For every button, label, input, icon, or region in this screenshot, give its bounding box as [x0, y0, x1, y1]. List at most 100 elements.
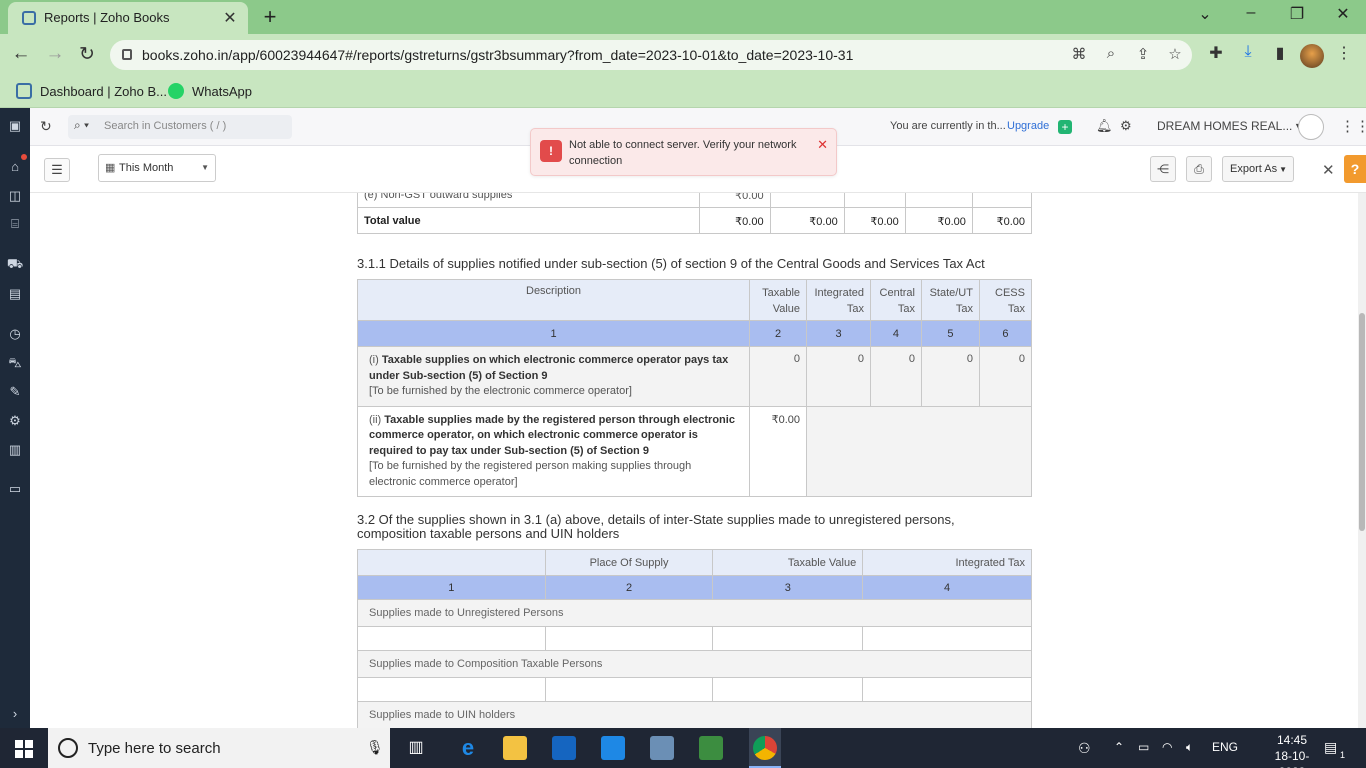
spreadsheet-app-icon[interactable] [699, 736, 723, 760]
zoho-books-bookmark-icon [16, 83, 32, 99]
people-icon[interactable]: ⚇ [1078, 740, 1091, 757]
translate-icon[interactable]: ⌘ [1068, 45, 1090, 63]
close-tab-icon[interactable]: ✕ [220, 8, 240, 28]
task-view-icon[interactable]: ▥ [404, 736, 428, 760]
chrome-icon [753, 736, 777, 760]
sales-cart-icon[interactable]: ⛟ [5, 254, 25, 274]
export-as-dropdown[interactable]: Export As ▼ [1222, 156, 1294, 182]
purchases-bag-icon[interactable]: ▤ [5, 284, 25, 304]
lock-icon [122, 49, 132, 60]
quick-create-button[interactable]: + [1058, 120, 1072, 134]
reload-button[interactable]: ↻ [74, 43, 100, 67]
notifications-bell-icon[interactable]: 🔔︎ [1096, 118, 1113, 134]
close-report-icon[interactable]: ✕ [1322, 161, 1335, 179]
user-avatar[interactable] [1298, 114, 1324, 140]
banking-icon[interactable]: ⌸ [5, 214, 25, 234]
group-label: Supplies made to Composition Taxable Per… [357, 650, 1032, 678]
bookmark-dashboard[interactable]: Dashboard | Zoho B... [16, 83, 167, 99]
clock-date: 18-10-2023 [1274, 749, 1310, 768]
upgrade-link[interactable]: Upgrade [1007, 120, 1049, 132]
download-icon[interactable]: ⤓ [1236, 43, 1260, 67]
table-row: (i) Taxable supplies on which electronic… [356, 346, 1033, 407]
row-value: ₹0.00 [749, 405, 808, 497]
column-index: 3 [712, 575, 864, 600]
close-window-button[interactable]: ✕ [1328, 4, 1358, 28]
row-value: 0 [749, 346, 808, 407]
reports-icon[interactable]: ▥ [5, 440, 25, 460]
file-explorer-icon[interactable] [503, 736, 527, 760]
table-row: (e) Non-GST outward supplies ₹0.00 [357, 193, 1033, 208]
eway-bill-icon[interactable]: ⛍ [5, 353, 25, 373]
system-clock[interactable]: 14:45 18-10-2023 [1264, 732, 1320, 768]
mail-icon[interactable] [601, 736, 625, 760]
zoho-books-logo-icon[interactable]: ▣ [5, 116, 25, 136]
settings-gear-icon[interactable]: ⚙ [1120, 118, 1132, 134]
browser-tab[interactable]: Reports | Zoho Books ✕ [8, 2, 248, 34]
chrome-menu-icon[interactable]: ⋮ [1332, 43, 1356, 67]
language-indicator[interactable]: ENG [1212, 740, 1238, 754]
edge-icon[interactable]: e [456, 736, 480, 760]
taskbar-search[interactable]: Type here to search 🎙︎ [48, 728, 390, 768]
store-icon[interactable] [552, 736, 576, 760]
back-button[interactable]: ← [8, 43, 34, 67]
cortana-icon [58, 738, 78, 758]
tab-search-chevron-icon[interactable]: ⌄ [1190, 4, 1220, 28]
minimize-button[interactable]: – [1236, 4, 1266, 28]
apps-grid-icon[interactable]: ⋮⋮ [1340, 117, 1366, 135]
column-index: 5 [920, 320, 980, 347]
chevron-down-icon: ▼ [1279, 165, 1287, 174]
side-panel-icon[interactable]: ▮ [1268, 43, 1292, 67]
extensions-icon[interactable]: ✚ [1204, 43, 1228, 67]
url-text[interactable]: books.zoho.in/app/60023944647#/reports/g… [142, 47, 853, 63]
accountant-icon[interactable]: ✎ [5, 382, 25, 402]
row-title: Taxable supplies on which electronic com… [369, 354, 729, 382]
bookmark-whatsapp[interactable]: WhatsApp [168, 83, 252, 99]
table-row: Total value ₹0.00 ₹0.00 ₹0.00 ₹0.00 ₹0.0… [357, 207, 1033, 234]
app-icon[interactable] [650, 736, 674, 760]
profile-avatar[interactable] [1300, 44, 1324, 68]
row-prefix: (i) [369, 354, 379, 366]
restore-button[interactable]: ❐ [1282, 4, 1312, 28]
print-button[interactable]: ⎙ [1186, 156, 1212, 182]
group-row: Supplies made to Unregistered Persons [357, 599, 1032, 627]
time-tracking-icon[interactable]: ◷ [5, 324, 25, 344]
documents-icon[interactable]: ▭ [5, 479, 25, 499]
report-content: (e) Non-GST outward supplies ₹0.00 Total… [30, 193, 1358, 728]
total-value: ₹0.00 [904, 207, 973, 234]
help-button[interactable]: ? [1344, 155, 1366, 183]
zoom-icon[interactable]: ⌕ [1100, 45, 1122, 62]
windows-start-icon[interactable] [15, 740, 33, 758]
row-note: [To be furnished by the registered perso… [369, 460, 692, 488]
tab-title: Reports | Zoho Books [44, 10, 170, 25]
forward-button[interactable]: → [42, 43, 68, 67]
close-toast-icon[interactable]: ✕ [817, 137, 828, 153]
new-tab-button[interactable]: + [258, 4, 282, 30]
whatsapp-icon [168, 83, 184, 99]
global-search[interactable]: ⌕ ▾ Search in Customers ( / ) [68, 115, 292, 139]
gst-filing-icon[interactable]: ⚙ [5, 411, 25, 431]
chrome-taskbar-button[interactable] [749, 728, 781, 768]
taskbar-search-input[interactable]: Type here to search [88, 740, 221, 757]
hamburger-menu-icon[interactable]: ☰ [44, 158, 70, 182]
share-icon[interactable]: ⇪ [1132, 45, 1154, 63]
wifi-icon[interactable]: ◠ [1162, 740, 1172, 754]
items-icon[interactable]: ◫ [5, 186, 25, 206]
volume-icon[interactable]: 🔈︎ [1186, 740, 1193, 755]
action-center-icon[interactable]: ▤ [1324, 739, 1337, 756]
column-index: 2 [749, 320, 808, 347]
search-icon[interactable]: ⌕ ▾ [74, 118, 89, 133]
microphone-icon[interactable]: 🎙︎ [366, 739, 384, 756]
search-input[interactable]: Search in Customers ( / ) [104, 120, 226, 132]
tray-overflow-icon[interactable]: ⌃ [1114, 740, 1124, 754]
home-icon[interactable]: ⌂ [5, 157, 25, 177]
scrollbar-thumb[interactable] [1359, 313, 1365, 531]
row-value: 0 [978, 346, 1033, 407]
recent-activity-icon[interactable]: ↻ [40, 118, 52, 135]
share-report-button[interactable]: ⋲ [1150, 156, 1176, 182]
organization-switcher[interactable]: DREAM HOMES REAL... ▾ [1157, 119, 1302, 133]
expand-rail-icon[interactable]: › [5, 704, 25, 724]
battery-icon[interactable]: ▭ [1138, 740, 1149, 754]
period-dropdown[interactable]: ▦ This Month ▼ [98, 154, 216, 182]
omnibox[interactable]: books.zoho.in/app/60023944647#/reports/g… [110, 40, 1192, 70]
bookmark-star-icon[interactable]: ☆ [1164, 45, 1186, 63]
